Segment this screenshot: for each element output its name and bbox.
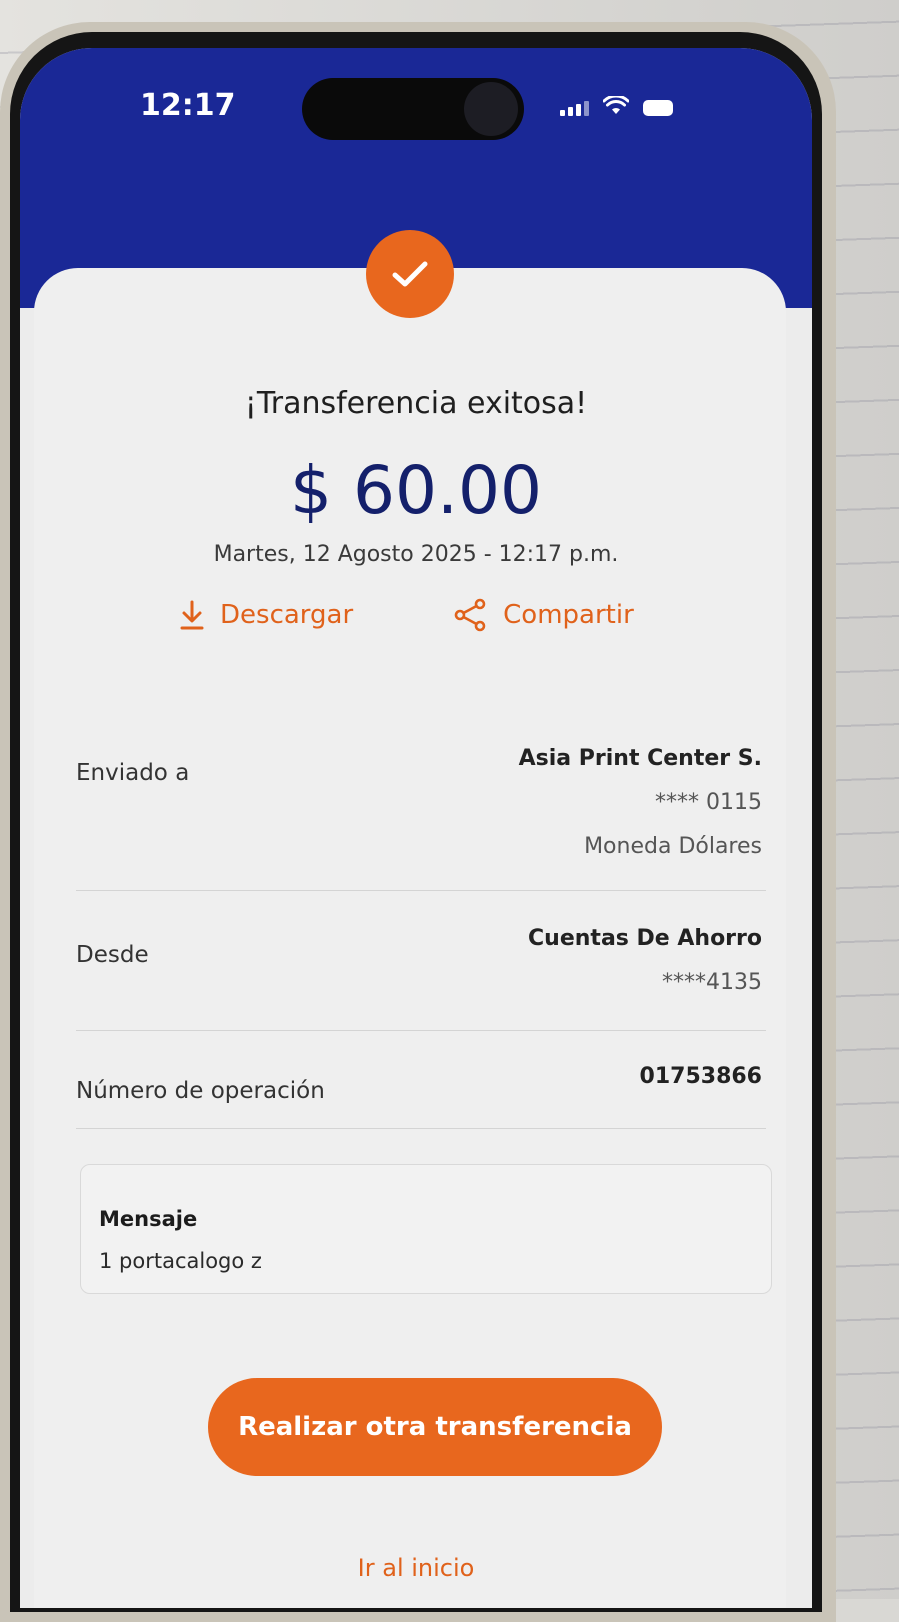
status-icons	[560, 96, 673, 116]
wifi-icon	[603, 96, 629, 114]
divider	[76, 1030, 766, 1031]
message-box: Mensaje 1 portacalogo z	[80, 1164, 772, 1294]
source-account-number: ****4135	[662, 970, 762, 995]
success-badge	[366, 230, 454, 318]
download-label: Descargar	[220, 600, 354, 630]
transfer-datetime: Martes, 12 Agosto 2025 - 12:17 p.m.	[213, 542, 619, 567]
check-icon	[392, 261, 428, 287]
download-icon	[180, 600, 204, 630]
message-text: 1 portacalogo z	[99, 1249, 262, 1273]
status-time: 12:17	[140, 88, 236, 123]
divider	[76, 1128, 766, 1129]
operation-number-label: Número de operación	[76, 1078, 325, 1104]
share-label: Compartir	[503, 600, 634, 630]
cellular-signal-icon	[560, 101, 589, 116]
recipient-account: **** 0115	[655, 790, 762, 815]
camera-icon	[464, 82, 518, 136]
sent-to-label: Enviado a	[76, 760, 190, 786]
share-icon	[454, 598, 486, 632]
receipt-actions: Descargar Compartir	[180, 598, 634, 632]
divider	[76, 890, 766, 891]
home-link[interactable]: Ir al inicio	[20, 1554, 812, 1582]
source-account-type: Cuentas De Ahorro	[528, 926, 762, 951]
recipient-currency: Moneda Dólares	[584, 834, 762, 859]
share-button[interactable]: Compartir	[453, 598, 634, 632]
battery-icon	[643, 100, 673, 116]
new-transfer-button[interactable]: Realizar otra transferencia	[208, 1378, 662, 1476]
transfer-amount: $ 60.00	[290, 452, 542, 529]
app-screen: 12:17 ¡Transferencia exitosa! $ 60.00 Ma…	[20, 48, 812, 1608]
success-title: ¡Transferencia exitosa!	[244, 386, 588, 421]
from-label: Desde	[76, 942, 149, 968]
operation-number: 01753866	[639, 1064, 762, 1089]
dynamic-island	[302, 78, 524, 140]
message-label: Mensaje	[99, 1207, 198, 1231]
recipient-name: Asia Print Center S.	[518, 746, 762, 771]
download-button[interactable]: Descargar	[180, 600, 353, 630]
